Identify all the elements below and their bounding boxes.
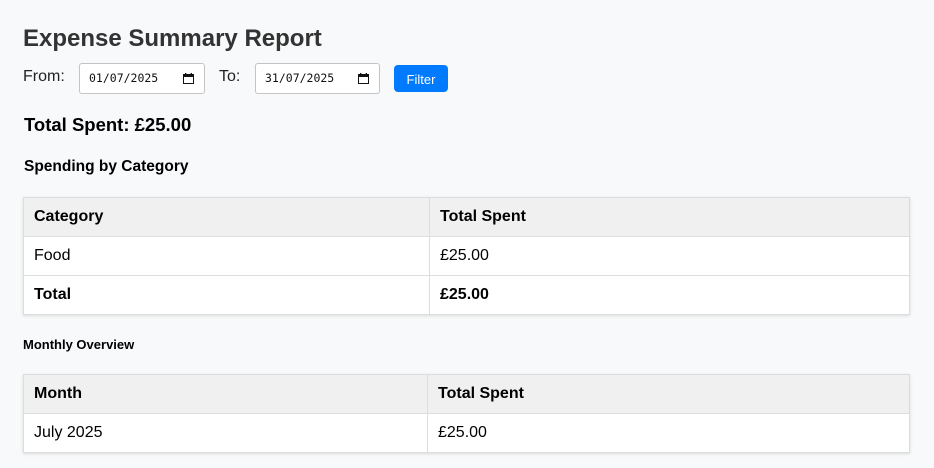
- month-cell: July 2025: [23, 413, 428, 453]
- page-title: Expense Summary Report: [23, 25, 322, 52]
- from-date-input[interactable]: 01/07/2025: [79, 63, 205, 94]
- total-label-cell: Total: [23, 275, 430, 315]
- amount-cell: £25.00: [429, 236, 910, 276]
- calendar-icon[interactable]: [183, 73, 194, 84]
- monthly-section-heading: Monthly Overview: [23, 337, 135, 352]
- monthly-table: Month Total Spent July 2025 £25.00: [23, 374, 910, 453]
- expense-summary-page: Expense Summary Report From: 01/07/2025 …: [0, 0, 934, 468]
- filter-button[interactable]: Filter: [394, 65, 448, 92]
- to-date-input[interactable]: 31/07/2025: [255, 63, 380, 94]
- from-date-value: 01/07/2025: [89, 71, 159, 85]
- total-row: Total £25.00: [23, 275, 910, 315]
- to-label: To:: [219, 68, 241, 85]
- to-date-value: 31/07/2025: [265, 71, 335, 85]
- table-header-row: Category Total Spent: [23, 197, 910, 237]
- date-filter-bar: From: 01/07/2025 To: 31/07/2025 Filter: [23, 63, 523, 94]
- from-label: From:: [23, 68, 65, 85]
- calendar-icon[interactable]: [358, 73, 369, 84]
- total-spent: Total Spent: £25.00: [24, 114, 192, 135]
- category-cell: Food: [23, 236, 430, 276]
- category-section-heading: Spending by Category: [24, 158, 189, 175]
- table-row: July 2025 £25.00: [23, 413, 910, 453]
- column-header-total-spent: Total Spent: [429, 197, 910, 237]
- column-header-month: Month: [23, 374, 428, 414]
- total-amount-cell: £25.00: [429, 275, 910, 315]
- amount-cell: £25.00: [427, 413, 910, 453]
- table-row: Food £25.00: [23, 236, 910, 276]
- table-header-row: Month Total Spent: [23, 374, 910, 414]
- column-header-category: Category: [23, 197, 430, 237]
- column-header-total-spent: Total Spent: [427, 374, 910, 414]
- category-table: Category Total Spent Food £25.00 Total £…: [23, 197, 910, 315]
